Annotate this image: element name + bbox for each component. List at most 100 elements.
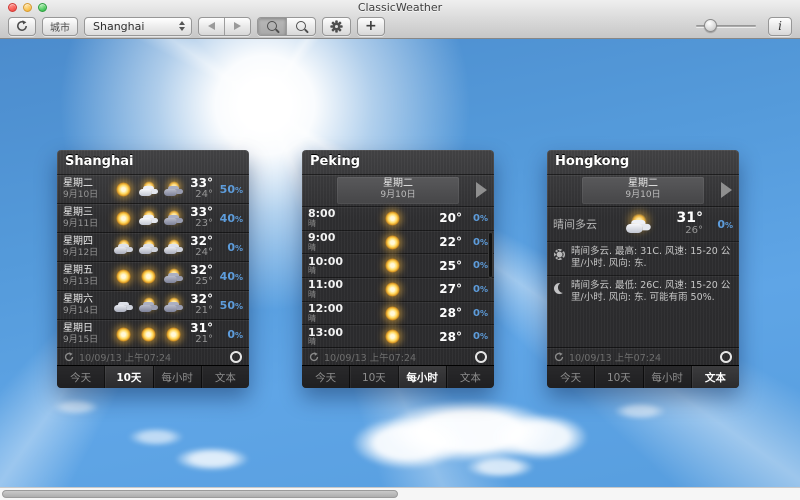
hour-temp: 22° — [434, 235, 462, 249]
day-name: 星期三 — [63, 207, 110, 219]
refresh-icon[interactable] — [554, 352, 564, 362]
status-circle-icon[interactable] — [230, 351, 242, 363]
city-popup[interactable]: Shanghai — [84, 17, 192, 36]
magnifier-out-icon — [267, 21, 277, 31]
weather-icon — [381, 257, 405, 274]
hour-condition: 晴 — [308, 244, 352, 252]
low-temp: 26° — [675, 226, 703, 237]
weather-icon — [162, 297, 186, 314]
tab-hourly[interactable]: 每小时 — [643, 366, 691, 388]
view-tabs: 今天 10天 每小时 文本 — [57, 365, 249, 388]
tab-10day[interactable]: 10天 — [349, 366, 397, 388]
status-circle-icon[interactable] — [475, 351, 487, 363]
weather-icon — [137, 181, 161, 198]
day-row: 星期三9月11日 33°23° 40% — [57, 203, 249, 232]
daynav-day: 星期二 — [337, 178, 459, 190]
day-name: 星期五 — [63, 265, 110, 277]
weather-icon — [112, 210, 136, 227]
back-arrow-icon — [208, 22, 215, 30]
precip-chance: 50% — [213, 299, 243, 312]
updated-timestamp: 10/09/13 上午07:24 — [324, 350, 416, 364]
weather-icon — [137, 268, 161, 285]
hour-condition: 晴 — [308, 291, 352, 299]
refresh-icon[interactable] — [309, 352, 319, 362]
tab-today[interactable]: 今天 — [547, 366, 594, 388]
weather-panel-hongkong: Hongkong 星期二 9月10日 晴间多云 31°26° 0% 晴间多云. … — [547, 150, 739, 388]
day-date: 9月14日 — [63, 306, 110, 316]
status-circle-icon[interactable] — [720, 351, 732, 363]
hour-condition: 晴 — [308, 220, 352, 228]
next-day-arrow[interactable] — [476, 182, 487, 198]
panel-footer: 10/09/13 上午07:24 — [57, 347, 249, 366]
hour-time: 12:00 — [308, 303, 352, 315]
day-name: 星期四 — [63, 236, 110, 248]
horizontal-scrollbar-thumb[interactable] — [2, 490, 398, 498]
forward-button[interactable] — [224, 18, 250, 35]
app-window: ClassicWeather 城市 Shanghai + — [0, 0, 800, 500]
updated-timestamp: 10/09/13 上午07:24 — [79, 350, 171, 364]
weather-icon — [112, 181, 136, 198]
weather-icon — [381, 328, 405, 345]
city-list-button[interactable]: 城市 — [42, 17, 78, 36]
hour-row: 13:00晴 28° 0% — [302, 324, 494, 348]
panel-city-title: Hongkong — [547, 150, 739, 174]
day-date: 9月11日 — [63, 219, 110, 229]
info-button[interactable]: i — [768, 17, 792, 36]
tab-text[interactable]: 文本 — [446, 366, 494, 388]
hour-row: 10:00晴 25° 0% — [302, 253, 494, 277]
day-date: 9月12日 — [63, 248, 110, 258]
hour-condition: 晴 — [308, 315, 352, 323]
panel-footer: 10/09/13 上午07:24 — [302, 347, 494, 366]
back-button[interactable] — [199, 18, 224, 35]
precip-chance: 40% — [213, 270, 243, 283]
hour-condition: 晴 — [308, 338, 352, 346]
tab-hourly[interactable]: 每小时 — [398, 366, 446, 388]
zoom-in-button[interactable] — [286, 18, 315, 35]
zoom-out-button[interactable] — [258, 18, 286, 35]
tab-text[interactable]: 文本 — [691, 366, 739, 388]
panel-scrollbar-thumb[interactable] — [488, 232, 493, 278]
precip-chance: 0% — [462, 260, 488, 271]
low-temp: 21° — [187, 306, 213, 317]
sun-icon — [552, 246, 566, 271]
hour-row: 11:00晴 27° 0% — [302, 277, 494, 301]
day-date: 9月13日 — [63, 277, 110, 287]
tab-today[interactable]: 今天 — [57, 366, 104, 388]
weather-icon — [162, 268, 186, 285]
day-name: 星期六 — [63, 294, 110, 306]
low-temp: 24° — [187, 190, 213, 201]
tab-10day[interactable]: 10天 — [594, 366, 642, 388]
view-tabs: 今天 10天 每小时 文本 — [547, 365, 739, 388]
tab-today[interactable]: 今天 — [302, 366, 349, 388]
weather-icon — [381, 210, 405, 227]
low-temp: 24° — [187, 248, 213, 259]
night-forecast-text: 晴间多云. 最低: 26C. 风速: 15-20 公里/小时. 风向: 东. 可… — [571, 280, 732, 305]
settings-button[interactable] — [322, 17, 351, 36]
weather-icon — [381, 234, 405, 251]
weather-icon — [112, 297, 136, 314]
hour-time: 9:00 — [308, 232, 352, 244]
refresh-button[interactable] — [8, 17, 36, 36]
slider-knob[interactable] — [704, 19, 717, 32]
daynav-box: 星期二 9月10日 — [337, 177, 459, 204]
hour-row: 8:00晴 20° 0% — [302, 206, 494, 230]
weather-icon — [112, 326, 136, 343]
day-navigator: 星期二 9月10日 — [547, 174, 739, 206]
size-slider[interactable] — [696, 19, 756, 33]
refresh-icon[interactable] — [64, 352, 74, 362]
day-forecast-row: 晴间多云. 最高: 31C. 风速: 15-20 公里/小时. 风向: 东. — [547, 241, 739, 275]
add-button[interactable]: + — [357, 17, 385, 36]
tab-hourly[interactable]: 每小时 — [153, 366, 201, 388]
weather-panel-shanghai: Shanghai 星期二9月10日 33°24° 50% 星期三9月11日 33… — [57, 150, 249, 388]
horizontal-scrollbar[interactable] — [0, 487, 800, 500]
hour-temp: 28° — [434, 330, 462, 344]
title-bar: ClassicWeather — [0, 0, 800, 14]
next-day-arrow[interactable] — [721, 182, 732, 198]
weather-icon — [137, 239, 161, 256]
toolbar: 城市 Shanghai + i — [0, 14, 800, 38]
day-date: 9月15日 — [63, 335, 110, 345]
city-popup-value: Shanghai — [93, 20, 177, 33]
daynav-date: 9月10日 — [582, 190, 704, 201]
tab-text[interactable]: 文本 — [201, 366, 249, 388]
tab-10day[interactable]: 10天 — [104, 366, 152, 388]
